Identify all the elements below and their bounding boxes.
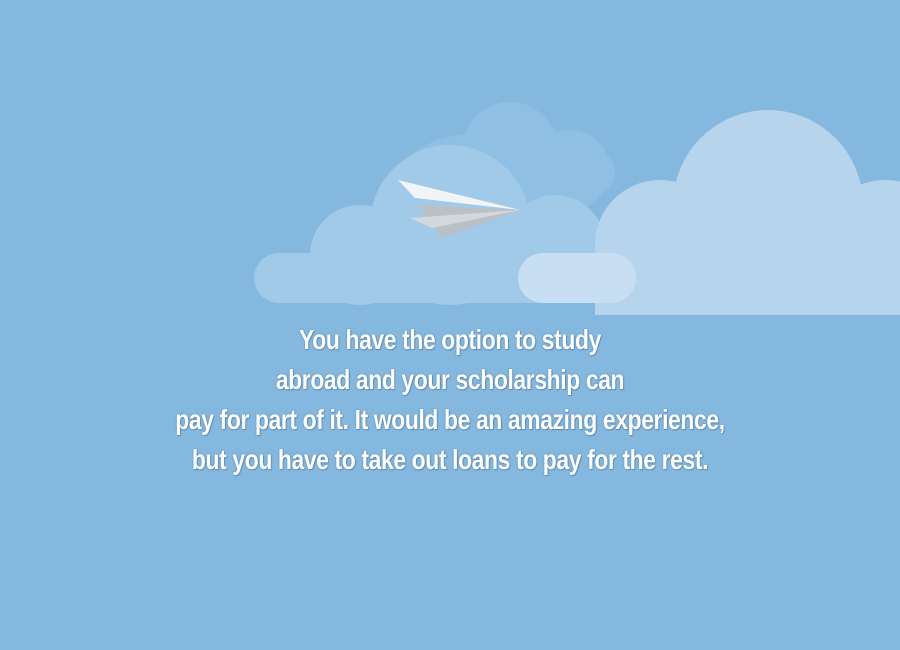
story-line-2: abroad and your scholarship can <box>275 364 625 395</box>
cloud-front <box>595 110 900 315</box>
story-line-4: but you have to take out loans to pay fo… <box>191 444 709 475</box>
story-line-3: pay for part of it. It would be an amazi… <box>175 404 725 435</box>
story-line-1: You have the option to study <box>299 324 601 355</box>
story-text: You have the option to study abroad and … <box>81 320 819 480</box>
cloud-highlight <box>518 253 636 303</box>
